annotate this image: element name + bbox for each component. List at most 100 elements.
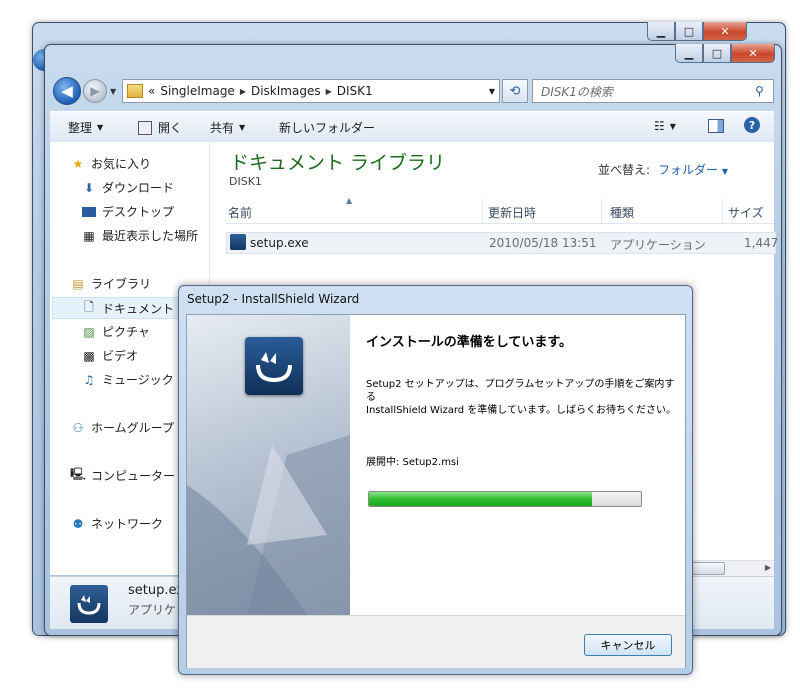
breadcrumb-diskimages[interactable]: DiskImages bbox=[251, 84, 321, 98]
file-name: setup.exe bbox=[250, 236, 309, 250]
wizard-side-banner bbox=[187, 315, 350, 615]
nav-desktop[interactable]: デスクトップ bbox=[81, 203, 174, 220]
scroll-right-icon[interactable]: ▶ bbox=[765, 563, 771, 572]
nav-favorites[interactable]: ★ お気に入り bbox=[70, 155, 151, 172]
view-list-icon: ☷ bbox=[654, 119, 665, 133]
details-file-name: setup.ex bbox=[128, 583, 184, 598]
column-divider[interactable] bbox=[722, 199, 723, 223]
nav-recent-places[interactable]: ▦ 最近表示した場所 bbox=[81, 227, 198, 244]
pictures-icon: ▨ bbox=[83, 324, 95, 339]
cancel-button[interactable]: キャンセル bbox=[584, 634, 672, 656]
file-type: アプリケーション bbox=[610, 238, 706, 252]
installshield-logo-icon bbox=[245, 337, 303, 395]
column-divider[interactable] bbox=[601, 199, 602, 223]
chevron-down-icon: ▼ bbox=[669, 121, 676, 131]
installshield-wizard-dialog: Setup2 - InstallShield Wizard インストールの準備を… bbox=[178, 285, 693, 675]
close-icon[interactable]: ✕ bbox=[731, 44, 775, 63]
view-options-button[interactable]: ☷ ▼ bbox=[654, 119, 676, 133]
help-button[interactable]: ? bbox=[744, 117, 760, 133]
wizard-description-line-2: InstallShield Wizard を準備しています。しばらくお待ちくださ… bbox=[366, 405, 677, 416]
close-icon[interactable]: ✕ bbox=[703, 22, 747, 41]
minimize-icon[interactable]: ▁ bbox=[675, 44, 703, 63]
file-row[interactable]: setup.exe 2010/05/18 13:51 アプリケーション 1,44… bbox=[226, 232, 779, 254]
column-header-row: ▲ 名前 更新日時 種類 サイズ bbox=[226, 196, 774, 224]
back-button[interactable]: ◀ bbox=[53, 77, 81, 105]
refresh-icon: ⟲ bbox=[509, 83, 521, 99]
nav-downloads[interactable]: ⬇ ダウンロード bbox=[81, 179, 174, 196]
column-header-size[interactable]: サイズ bbox=[728, 204, 764, 221]
recent-pages-dropdown-icon[interactable]: ▼ bbox=[110, 87, 116, 96]
refresh-button[interactable]: ⟲ bbox=[502, 79, 528, 103]
command-bar: 整理 ▼ 開く 共有 ▼ 新しいフォルダー ☷ ▼ ? bbox=[50, 111, 774, 143]
computer-icon: 🖳 bbox=[70, 467, 87, 481]
library-title: ドキュメント ライブラリ bbox=[230, 152, 446, 174]
nav-pictures[interactable]: ▨ ピクチャ bbox=[81, 323, 150, 340]
chevron-down-icon: ▼ bbox=[97, 123, 104, 132]
caption-buttons-background: ▁ □ ✕ bbox=[647, 22, 747, 41]
wizard-heading: インストールの準備をしています。 bbox=[366, 335, 573, 350]
maximize-icon[interactable]: □ bbox=[703, 44, 731, 63]
chevron-down-icon: ▼ bbox=[721, 167, 729, 176]
minimize-icon[interactable]: ▁ bbox=[647, 22, 675, 41]
forward-button[interactable]: ▶ bbox=[83, 79, 107, 103]
help-icon: ? bbox=[744, 117, 760, 133]
search-icon[interactable]: ⚲ bbox=[755, 84, 773, 98]
search-box[interactable]: DISK1の検索 ⚲ bbox=[532, 79, 774, 103]
library-subtitle: DISK1 bbox=[229, 175, 262, 188]
setup-exe-icon bbox=[230, 234, 246, 250]
organize-button[interactable]: 整理 ▼ bbox=[68, 119, 103, 136]
arrange-by-dropdown[interactable]: フォルダー ▼ bbox=[658, 163, 728, 177]
navigation-buttons: ◀ ▶ ▼ bbox=[53, 77, 116, 105]
details-file-type: アプリケ bbox=[128, 603, 177, 617]
address-bar[interactable]: « SingleImage ▶ DiskImages ▶ DISK1 ▼ bbox=[122, 79, 500, 103]
address-dropdown-icon[interactable]: ▼ bbox=[489, 87, 495, 96]
new-folder-button[interactable]: 新しいフォルダー bbox=[279, 119, 375, 136]
wizard-footer: キャンセル bbox=[187, 615, 685, 668]
column-header-modified[interactable]: 更新日時 bbox=[488, 204, 536, 221]
network-icon: ⚉ bbox=[72, 516, 84, 531]
sort-ascending-icon: ▲ bbox=[346, 196, 353, 205]
installer-logo-icon bbox=[256, 352, 292, 383]
recent-places-icon: ▦ bbox=[83, 228, 95, 243]
videos-icon: ▩ bbox=[83, 348, 95, 363]
wizard-main-panel: インストールの準備をしています。 Setup2 セットアップは、プログラムセット… bbox=[350, 315, 685, 615]
open-button[interactable]: 開く bbox=[138, 119, 182, 136]
nav-libraries[interactable]: ▤ ライブラリ bbox=[70, 275, 151, 292]
nav-videos[interactable]: ▩ ビデオ bbox=[81, 347, 138, 364]
breadcrumb-separator-icon[interactable]: ▶ bbox=[240, 87, 246, 96]
breadcrumb-singleimage[interactable]: SingleImage bbox=[160, 84, 234, 98]
setup-exe-large-icon bbox=[70, 585, 108, 623]
libraries-icon: ▤ bbox=[72, 276, 84, 291]
installer-logo-icon bbox=[77, 595, 101, 615]
desktop-icon bbox=[81, 205, 97, 219]
wizard-title: Setup2 - InstallShield Wizard bbox=[187, 292, 360, 306]
column-header-name[interactable]: 名前 bbox=[228, 204, 252, 221]
search-input[interactable]: DISK1の検索 bbox=[541, 83, 755, 100]
breadcrumb-disk1[interactable]: DISK1 bbox=[337, 84, 373, 98]
wizard-status: 展開中: Setup2.msi bbox=[366, 457, 459, 468]
caption-buttons: ▁ □ ✕ bbox=[675, 44, 775, 63]
breadcrumb-separator-icon[interactable]: ▶ bbox=[326, 87, 332, 96]
share-button[interactable]: 共有 ▼ bbox=[210, 119, 245, 136]
file-size: 1,447 bbox=[744, 236, 779, 250]
nav-network[interactable]: ⚉ ネットワーク bbox=[70, 515, 163, 532]
star-icon: ★ bbox=[72, 156, 84, 171]
address-overflow[interactable]: « bbox=[148, 84, 155, 98]
chevron-down-icon: ▼ bbox=[239, 123, 246, 132]
wizard-description: Setup2 セットアップは、プログラムセットアップの手順をご案内する Inst… bbox=[366, 378, 676, 417]
maximize-icon[interactable]: □ bbox=[675, 22, 703, 41]
wizard-body: インストールの準備をしています。 Setup2 セットアップは、プログラムセット… bbox=[186, 314, 686, 668]
homegroup-icon: ⚇ bbox=[72, 420, 84, 435]
nav-computer[interactable]: 🖳 コンピューター bbox=[70, 467, 175, 484]
nav-music[interactable]: ♫ ミュージック bbox=[81, 371, 174, 388]
column-header-type[interactable]: 種類 bbox=[610, 204, 634, 221]
downloads-folder-icon: ⬇ bbox=[83, 180, 95, 195]
open-icon bbox=[138, 120, 152, 135]
column-divider[interactable] bbox=[482, 199, 483, 223]
preview-pane-button[interactable] bbox=[708, 119, 724, 133]
arrange-by: 並べ替え: フォルダー ▼ bbox=[598, 163, 729, 177]
documents-icon: 🗋 bbox=[84, 299, 94, 314]
progress-bar-fill bbox=[369, 492, 593, 506]
preview-pane-icon bbox=[708, 119, 724, 133]
nav-homegroup[interactable]: ⚇ ホームグループ bbox=[70, 419, 174, 436]
